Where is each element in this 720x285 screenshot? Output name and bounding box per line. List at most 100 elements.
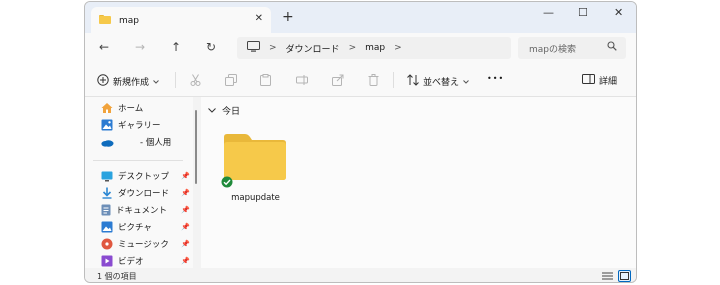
tab-title: map: [119, 15, 139, 26]
rename-button[interactable]: [296, 74, 308, 86]
share-button[interactable]: [332, 74, 344, 86]
details-label: 詳細: [599, 77, 618, 87]
breadcrumb-separator[interactable]: >: [394, 43, 402, 53]
back-button[interactable]: ←: [99, 40, 109, 54]
chevron-down-icon: [463, 77, 469, 87]
refresh-button[interactable]: ↻: [206, 40, 216, 54]
sidebar-item-label: ミュージック: [118, 240, 169, 250]
pin-icon[interactable]: 📌: [181, 206, 190, 214]
close-window-button[interactable]: ✕: [614, 6, 623, 19]
breadcrumb-separator[interactable]: >: [269, 43, 277, 53]
tab-map[interactable]: map ✕: [91, 7, 271, 34]
status-bar: 1 個の項目: [85, 268, 636, 282]
sync-status-icon: [221, 176, 233, 191]
sidebar-item-onedrive[interactable]: - 個人用: [101, 134, 191, 150]
breadcrumb-separator[interactable]: >: [349, 43, 357, 53]
copy-icon: [225, 74, 237, 86]
paste-button[interactable]: [260, 74, 271, 86]
tab-close-icon[interactable]: ✕: [255, 13, 263, 24]
sidebar-item-pictures[interactable]: ピクチャ 📌: [101, 219, 191, 235]
music-icon: [101, 238, 113, 250]
plus-circle-icon: [97, 74, 109, 89]
desktop-icon: [101, 171, 113, 181]
search-placeholder: mapの検索: [529, 44, 576, 55]
sidebar-item-gallery[interactable]: ギャラリー: [101, 117, 191, 133]
sidebar-item-home[interactable]: ホーム: [101, 100, 191, 116]
pin-icon[interactable]: 📌: [181, 257, 190, 265]
large-icons-view-button[interactable]: [618, 270, 631, 282]
computer-icon[interactable]: [247, 41, 260, 55]
sidebar-item-label: ピクチャ: [118, 223, 152, 233]
home-icon: [101, 103, 113, 113]
folder-item-mapupdate[interactable]: [221, 131, 288, 191]
item-count: 1 個の項目: [97, 272, 137, 281]
copy-button[interactable]: [225, 74, 237, 86]
video-icon: [101, 255, 113, 267]
rename-icon: [296, 75, 308, 85]
share-icon: [332, 74, 344, 86]
sort-button[interactable]: 並べ替え: [407, 74, 469, 89]
pin-icon[interactable]: 📌: [181, 189, 190, 197]
toolbar-divider: [393, 72, 394, 88]
sidebar-divider: [93, 160, 183, 161]
navigation-bar: ← → ↑ ↻ > ダウンロード > map > mapの検索: [85, 33, 636, 63]
group-header-today[interactable]: 今日: [208, 104, 240, 117]
sidebar-item-videos[interactable]: ビデオ 📌: [101, 253, 191, 269]
more-options-button[interactable]: •••: [487, 74, 504, 83]
paste-icon: [260, 74, 271, 86]
details-pane-icon: [582, 74, 595, 87]
sort-icon: [407, 74, 419, 89]
folder-icon: [99, 14, 111, 27]
maximize-button[interactable]: ☐: [578, 6, 588, 19]
chevron-down-icon: [153, 77, 159, 87]
breadcrumb-map[interactable]: map: [365, 43, 385, 53]
breadcrumb-downloads[interactable]: ダウンロード: [286, 42, 340, 55]
onedrive-icon: [101, 139, 114, 147]
pin-icon[interactable]: 📌: [181, 223, 190, 231]
sidebar-item-downloads[interactable]: ダウンロード 📌: [101, 185, 191, 201]
sidebar-item-label: ギャラリー: [118, 121, 161, 131]
sidebar-item-label: ドキュメント: [116, 206, 168, 216]
cut-button[interactable]: [190, 74, 201, 86]
new-label: 新規作成: [113, 78, 150, 88]
new-tab-button[interactable]: +: [282, 9, 294, 25]
sort-label: 並べ替え: [423, 78, 460, 88]
details-button[interactable]: 詳細: [582, 74, 617, 87]
minimize-button[interactable]: —: [543, 6, 554, 19]
pictures-icon: [101, 221, 113, 233]
toolbar-divider: [175, 72, 176, 88]
sidebar-item-music[interactable]: ミュージック 📌: [101, 236, 191, 252]
title-bar: map ✕ + — ☐ ✕: [85, 2, 636, 34]
forward-button[interactable]: →: [135, 40, 145, 54]
navigation-pane: ホーム ギャラリー - 個人用 デスクトップ 📌 ダウンロード 📌 ドキュメント…: [85, 97, 193, 268]
list-view-icon: [602, 272, 613, 280]
address-bar[interactable]: > ダウンロード > map >: [237, 37, 511, 59]
sidebar-item-documents[interactable]: ドキュメント 📌: [101, 202, 191, 218]
search-icon[interactable]: [607, 41, 617, 54]
up-button[interactable]: ↑: [171, 40, 181, 54]
new-button[interactable]: 新規作成: [97, 74, 159, 89]
download-icon: [102, 187, 112, 199]
sidebar-item-label: - 個人用: [140, 138, 172, 148]
pin-icon[interactable]: 📌: [181, 240, 190, 248]
gallery-icon: [101, 119, 113, 131]
file-list-area: 今日 mapupdate: [201, 97, 636, 268]
sidebar-item-desktop[interactable]: デスクトップ 📌: [101, 168, 191, 184]
sidebar-item-label: ビデオ: [118, 257, 144, 267]
navigation-scrollbar[interactable]: [195, 110, 197, 184]
chevron-down-icon: [208, 106, 216, 116]
details-view-button[interactable]: [601, 270, 614, 282]
pin-icon[interactable]: 📌: [181, 172, 190, 180]
sidebar-item-label: ホーム: [118, 104, 144, 114]
delete-button[interactable]: [368, 74, 379, 86]
scissors-icon: [190, 74, 201, 86]
search-box[interactable]: mapの検索: [518, 37, 626, 59]
explorer-window: map ✕ + — ☐ ✕ ← → ↑ ↻ > ダウンロード > map > m…: [84, 1, 637, 283]
group-header-label: 今日: [222, 107, 241, 117]
command-bar: 新規作成 並べ替え ••• 詳細: [85, 63, 636, 97]
sidebar-item-label: デスクトップ: [118, 172, 170, 182]
tiles-view-icon: [620, 272, 629, 280]
document-icon: [101, 204, 111, 216]
trash-icon: [368, 74, 379, 86]
folder-name[interactable]: mapupdate: [218, 193, 293, 203]
